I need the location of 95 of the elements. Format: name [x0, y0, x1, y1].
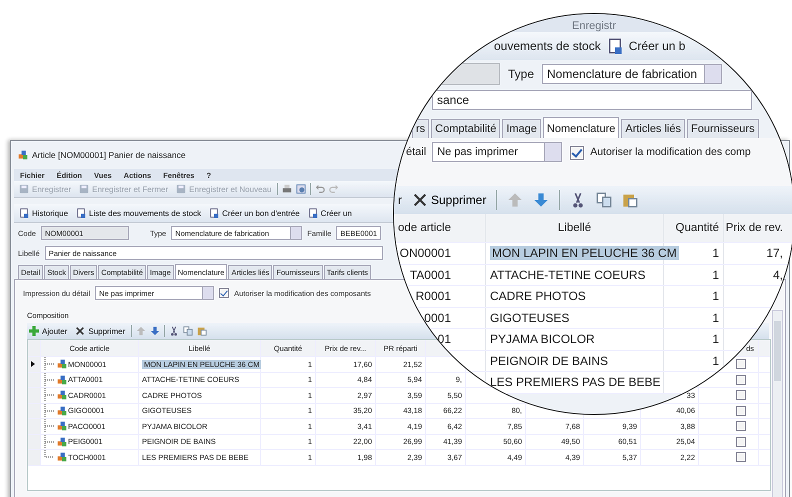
column-header[interactable]: Quantité [676, 222, 719, 234]
tab[interactable]: Articles liés [621, 119, 685, 138]
redo-icon[interactable] [329, 184, 340, 194]
delete-button[interactable]: Supprimer [412, 192, 486, 208]
table-cell: 1 [712, 246, 719, 260]
table-cell: PYJAMA BICOLOR [490, 332, 595, 346]
table-cell: 1 [712, 289, 719, 304]
column-header[interactable]: ode article [398, 222, 451, 234]
plus-icon [29, 326, 39, 336]
table-cell: MON LAPIN EN PELUCHE 36 CM [490, 246, 679, 260]
document-icon[interactable] [606, 38, 623, 54]
table-cell: 1 [712, 354, 719, 368]
table-cell: 0001 [424, 310, 451, 325]
checkbox[interactable] [736, 452, 746, 462]
action-button[interactable]: Créer un b [628, 39, 686, 53]
name-field[interactable]: sance [432, 90, 752, 110]
table-cell: LES PREMIERS PAS DE BEBE [490, 375, 661, 390]
print-dropdown[interactable]: Ne pas imprimer [432, 142, 562, 162]
scissors-icon[interactable] [169, 326, 180, 336]
copy-icon[interactable] [596, 192, 612, 208]
field-label: Type [508, 67, 534, 81]
table-cell: TA0001 [410, 268, 451, 282]
table-cell: 1 [712, 332, 719, 346]
document-icon [308, 208, 318, 218]
copy-icon[interactable] [183, 326, 194, 336]
preview-icon[interactable] [296, 184, 306, 194]
table-cell: ON00001 [400, 246, 451, 260]
boxes-icon [57, 390, 67, 400]
checkbox[interactable] [570, 146, 584, 160]
window-title: Article [NOM00001] Panier de naissance [32, 150, 186, 160]
table-cell: 1 [712, 268, 719, 282]
action-button[interactable]: ouvements de stock [494, 39, 601, 53]
tab[interactable]: rs [412, 119, 430, 138]
delete-button[interactable]: Supprimer [73, 326, 128, 336]
boxes-icon [57, 452, 67, 462]
table-cell: PEIGNOIR DE BAINS [490, 354, 608, 368]
table-cell: GIGOTEUSES [490, 310, 570, 325]
boxes-icon [57, 359, 67, 370]
checkbox[interactable] [736, 374, 746, 385]
checkbox[interactable] [736, 406, 746, 416]
table-cell: ATTACHE-TETINE COEURS [490, 268, 646, 282]
action-button[interactable]: Créer un bon d'entrée [207, 208, 302, 218]
checkbox[interactable] [736, 390, 746, 400]
tab[interactable]: Nomenclature [542, 117, 620, 138]
field-label: étail [406, 146, 426, 158]
scrollbar[interactable] [772, 310, 783, 497]
tab[interactable]: Fournisseurs [687, 119, 759, 138]
save-icon [79, 184, 90, 194]
document-icon [209, 208, 220, 218]
arrow-down-icon[interactable] [150, 326, 160, 336]
action-button[interactable]: Historique [17, 208, 70, 218]
boxes-icon [18, 150, 28, 160]
action-button[interactable]: Créer un [306, 208, 354, 218]
document-icon [76, 208, 86, 218]
paste-icon[interactable] [197, 326, 208, 336]
cross-icon [412, 192, 428, 208]
tree-line-icon [44, 388, 54, 402]
boxes-icon [57, 374, 67, 385]
type-dropdown[interactable]: Nomenclature de fabrication [542, 64, 722, 84]
tree-line-icon [44, 372, 54, 387]
add-button[interactable]: r [398, 193, 402, 207]
checkbox[interactable] [736, 359, 746, 370]
boxes-icon [57, 436, 67, 447]
save-icon [19, 184, 29, 194]
tree-line-icon [44, 419, 54, 434]
undo-icon[interactable] [315, 184, 326, 194]
arrow-down-icon[interactable] [533, 192, 550, 208]
add-button[interactable]: Ajouter [27, 326, 70, 336]
tab[interactable]: Image [502, 119, 541, 138]
column-header[interactable]: Libellé [558, 222, 592, 234]
row-header[interactable] [28, 357, 41, 372]
checkbox[interactable] [219, 288, 230, 298]
cross-icon [75, 326, 86, 336]
document-icon [19, 208, 29, 218]
checkbox-label: Autoriser la modification des comp [590, 146, 751, 158]
table-cell: 17, [766, 246, 783, 260]
save-icon [176, 184, 186, 194]
column-header[interactable]: Prix de rev. [726, 222, 783, 234]
boxes-icon [57, 406, 67, 416]
table-cell: R0001 [416, 289, 451, 304]
row-pointer-icon [31, 361, 35, 368]
boxes-icon [57, 421, 67, 432]
print-icon[interactable] [282, 184, 292, 194]
table-cell: 1 [712, 310, 719, 325]
action-button[interactable]: Liste des mouvements de stock [74, 208, 204, 218]
checkbox[interactable] [736, 421, 746, 432]
table-row[interactable]: ON00001 MON LAPIN EN PELUCHE 36 CM 1 17, [394, 243, 792, 264]
table-cell: CADRE PHOTOS [490, 289, 586, 304]
tab[interactable]: Comptabilité [431, 119, 500, 138]
tree-line-icon [44, 404, 54, 418]
table-cell: 4, [772, 268, 783, 282]
tree-line-icon [44, 357, 54, 372]
paste-icon[interactable] [622, 192, 638, 208]
checkbox[interactable] [736, 436, 746, 447]
toolbar-button[interactable]: Enregistr [572, 20, 616, 32]
